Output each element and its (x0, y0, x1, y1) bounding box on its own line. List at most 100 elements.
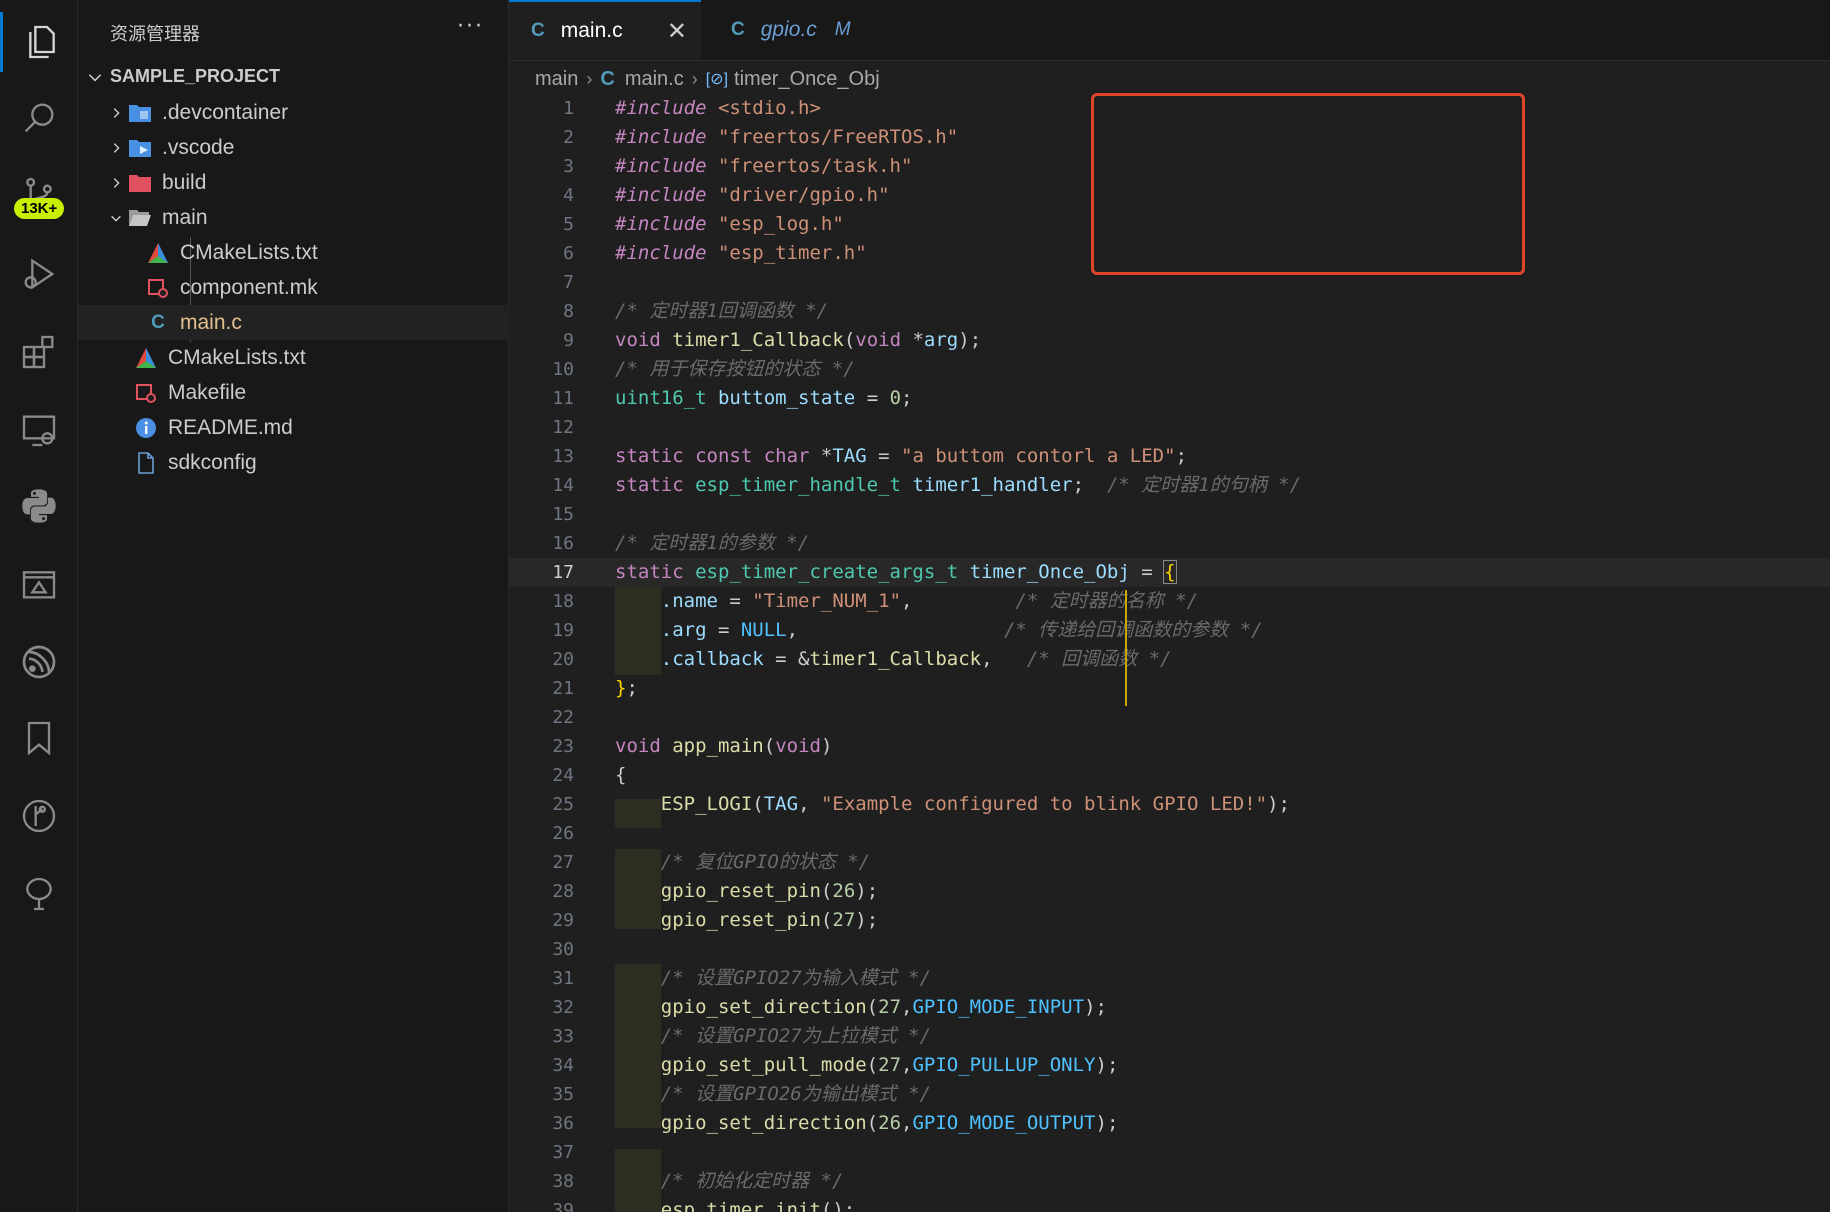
image-preview-icon[interactable] (0, 554, 77, 614)
code-line: 27 /* 复位GPIO的状态 */ (552, 851, 871, 873)
info-icon (134, 416, 158, 440)
chevron-right-icon (104, 136, 128, 160)
code-line: 8/* 定时器1回调函数 */ (563, 300, 829, 322)
tree-item-label: Makefile (168, 380, 247, 404)
extensions-icon[interactable] (0, 322, 77, 382)
chevron-right-icon (104, 101, 128, 125)
folder-devcontainer-icon (128, 101, 152, 125)
code-line: 11 uint16_t buttom_state = 0; (552, 387, 913, 409)
tree-item-label: CMakeLists.txt (180, 240, 318, 264)
breadcrumb-file[interactable]: main.c (625, 68, 684, 91)
folder-build-icon (128, 171, 152, 195)
remote-explorer-icon[interactable] (0, 400, 77, 460)
code-line: 36 gpio_set_direction(26,GPIO_MODE_OUTPU… (552, 1112, 1119, 1134)
folder-vscode-icon (128, 136, 152, 160)
bracket-pair-guide (1125, 590, 1157, 706)
tree-item-main-folder[interactable]: main (78, 200, 534, 235)
files-icon[interactable] (0, 12, 80, 72)
code-line: 23 void app_main(void) (552, 735, 833, 757)
code-line: 37 (552, 1142, 574, 1163)
chevron-right-icon (104, 171, 128, 195)
code-line: 10/* 用于保存按钮的状态 */ (552, 358, 855, 380)
code-line: 22 (552, 707, 574, 728)
tree-item-label: main (162, 205, 208, 229)
folder-open-icon (128, 206, 152, 230)
tree-item-label: main.c (180, 310, 242, 334)
tree-item-sdkconfig[interactable]: sdkconfig (78, 445, 564, 480)
tree-item-label: component.mk (180, 275, 318, 299)
makefile-icon (146, 276, 170, 300)
tab-main-c[interactable]: C main.c ✕ (509, 0, 701, 60)
tab-bar: C main.c ✕ C gpio.c M (509, 0, 1830, 61)
tree-item-component-mk[interactable]: component.mk (78, 270, 576, 305)
c-file-icon: C (531, 20, 545, 41)
code-line: 35 /* 设置GPIO26为输出模式 */ (552, 1083, 932, 1105)
tree-item-cmakelists-main[interactable]: CMakeLists.txt (78, 235, 576, 270)
code-line: 13 static const char *TAG = "a buttom con… (552, 445, 1188, 467)
code-line-current: 17 static esp_timer_create_args_t timer_O… (509, 558, 1830, 587)
tree-item-devcontainer[interactable]: .devcontainer (78, 95, 534, 130)
code-line: 24{ (552, 764, 627, 786)
code-line: 31 /* 设置GPIO27为输入模式 */ (552, 967, 932, 989)
tree-item-label: CMakeLists.txt (168, 345, 306, 369)
chevron-down-icon[interactable] (86, 66, 104, 92)
espressif-icon[interactable] (0, 632, 77, 692)
bottom-border (0, 1212, 1830, 1222)
code-line: 25 ESP_LOGI(TAG, "Example configured to … (552, 793, 1290, 815)
explorer-title: 资源管理器 (110, 24, 200, 44)
code-line: 28 gpio_reset_pin(26); (552, 880, 879, 902)
close-icon[interactable]: ✕ (667, 17, 687, 46)
code-line: 29 gpio_reset_pin(27); (552, 909, 879, 931)
tree-item-main-c[interactable]: C main.c (78, 305, 576, 340)
code-line: 16/* 定时器1的参数 */ (552, 532, 810, 554)
breadcrumb-symbol[interactable]: timer_Once_Obj (734, 68, 880, 91)
chevron-right-icon: › (691, 68, 698, 89)
tree-item-build[interactable]: build (78, 165, 534, 200)
modified-indicator: M (834, 19, 851, 40)
explorer-sidebar: 资源管理器 ··· SAMPLE_PROJECT .devcontainer .… (78, 0, 576, 1222)
code-line: 15 (552, 504, 574, 525)
cmake-icon (134, 346, 158, 370)
code-line: 39 esp_timer_init(); (552, 1199, 856, 1212)
breadcrumb-folder[interactable]: main (535, 68, 578, 91)
tree-item-readme[interactable]: README.md (78, 410, 564, 445)
editor-area: C main.c ✕ C gpio.c M main › C main.c › … (509, 0, 1830, 1222)
tree-item-label: sdkconfig (168, 450, 257, 474)
project-header[interactable]: SAMPLE_PROJECT (110, 66, 280, 87)
tree-item-makefile[interactable]: Makefile (78, 375, 564, 410)
tree-item-vscode[interactable]: .vscode (78, 130, 534, 165)
code-line: 14 static esp_timer_handle_t timer1_handl… (552, 474, 1302, 496)
search-icon[interactable] (0, 88, 77, 148)
tree-icon[interactable] (0, 864, 77, 924)
code-line: 30 (552, 939, 574, 960)
chevron-down-icon (104, 206, 128, 230)
activity-bar: 13K+ (0, 0, 78, 1222)
chevron-right-icon: › (586, 68, 593, 89)
python-icon[interactable] (0, 476, 77, 536)
git-graph-icon[interactable] (0, 786, 77, 846)
run-debug-icon[interactable] (0, 244, 77, 304)
tree-item-cmakelists-root[interactable]: CMakeLists.txt (78, 340, 564, 375)
cmake-icon (146, 241, 170, 265)
code-line: 34 gpio_set_pull_mode(27,GPIO_PULLUP_ONL… (552, 1054, 1119, 1076)
c-file-icon: C (151, 311, 165, 333)
tab-label: main.c (560, 19, 623, 42)
tree-item-label: build (162, 170, 207, 194)
bookmark-icon[interactable] (0, 708, 77, 768)
source-control-badge: 13K+ (14, 198, 65, 219)
symbol-variable-icon: [⊘] (705, 71, 729, 88)
code-line: 19 .arg = NULL, /* 传递给回调函数的参数 */ (552, 619, 1263, 641)
tree-item-label: .devcontainer (162, 100, 289, 124)
code-line: 21}; (552, 677, 638, 699)
more-actions-button[interactable]: ··· (457, 14, 484, 39)
code-line: 32 gpio_set_direction(27,GPIO_MODE_INPUT… (552, 996, 1107, 1018)
code-line: 9 void timer1_Callback(void *arg); (563, 329, 982, 351)
file-icon (134, 451, 158, 475)
include-highlight-box (1091, 93, 1525, 275)
code-line: 26 (552, 823, 574, 844)
tab-gpio-c[interactable]: C gpio.c M (709, 0, 899, 60)
c-file-icon: C (731, 19, 745, 40)
code-line: 18 .name = "Timer_NUM_1", /* 定时器的名称 */ (552, 590, 1199, 612)
code-line: 33 /* 设置GPIO27为上拉模式 */ (552, 1025, 932, 1047)
tab-label: gpio.c (760, 18, 817, 41)
